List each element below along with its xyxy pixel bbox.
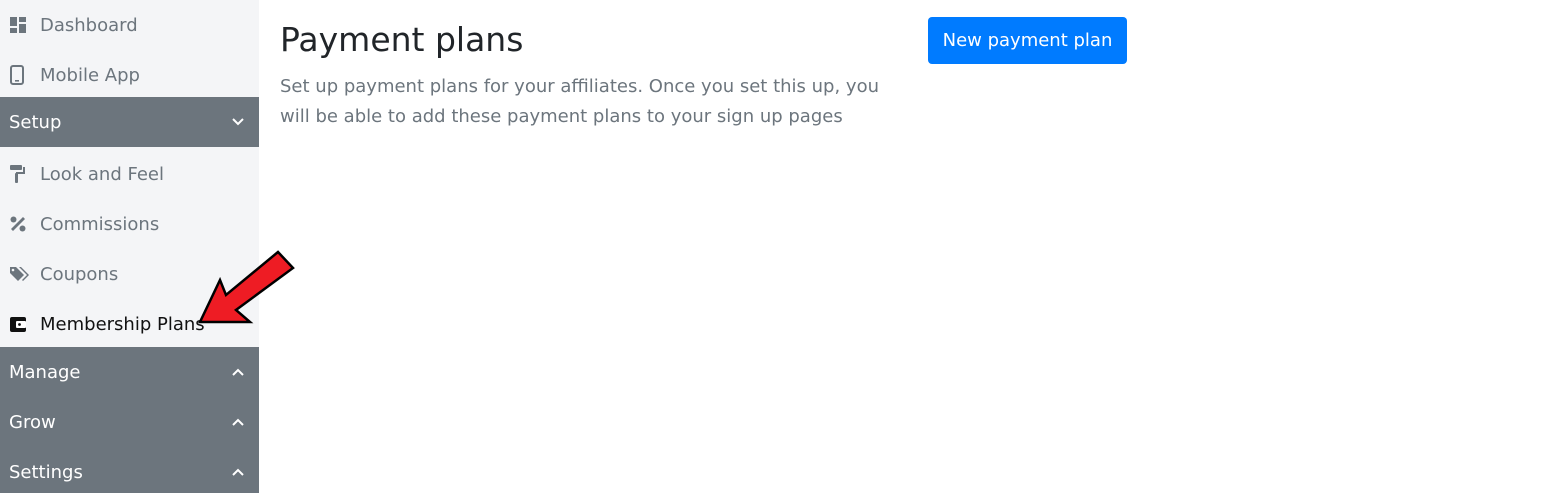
chevron-up-icon <box>231 465 245 479</box>
sidebar-item-label: Membership Plans <box>40 313 205 335</box>
sidebar-item-label: Dashboard <box>40 14 138 36</box>
paint-roller-icon <box>0 165 40 183</box>
mobile-icon <box>0 65 40 85</box>
sidebar-item-label: Coupons <box>40 263 119 285</box>
sidebar-section-grow[interactable]: Grow <box>0 397 259 447</box>
percent-icon <box>0 216 40 232</box>
sidebar-item-label: Look and Feel <box>40 163 164 185</box>
section-label: Grow <box>9 411 56 433</box>
sidebar-item-mobile-app[interactable]: Mobile App <box>0 50 259 100</box>
sidebar-section-manage[interactable]: Manage <box>0 347 259 397</box>
dashboard-icon <box>0 17 40 33</box>
new-payment-plan-button[interactable]: New payment plan <box>928 17 1127 64</box>
chevron-up-icon <box>231 415 245 429</box>
section-label: Manage <box>9 361 81 383</box>
sidebar-item-look-and-feel[interactable]: Look and Feel <box>0 149 259 199</box>
sidebar-item-label: Commissions <box>40 213 160 235</box>
tags-icon <box>0 266 40 282</box>
wallet-icon <box>0 316 40 332</box>
chevron-down-icon <box>231 115 245 129</box>
page: Dashboard Mobile App Setup Look and Feel… <box>0 0 1557 493</box>
section-label: Settings <box>9 461 83 483</box>
section-label: Setup <box>9 111 62 133</box>
sidebar-item-commissions[interactable]: Commissions <box>0 199 259 249</box>
sidebar-item-label: Mobile App <box>40 64 140 86</box>
sidebar-section-setup[interactable]: Setup <box>0 97 259 147</box>
page-description: Set up payment plans for your affiliates… <box>280 76 880 127</box>
annotation-arrow-icon <box>198 250 295 324</box>
sidebar-item-dashboard[interactable]: Dashboard <box>0 0 259 50</box>
sidebar-section-settings[interactable]: Settings <box>0 447 259 493</box>
page-title: Payment plans <box>280 20 524 59</box>
chevron-up-icon <box>231 365 245 379</box>
sidebar: Dashboard Mobile App Setup Look and Feel… <box>0 0 259 493</box>
